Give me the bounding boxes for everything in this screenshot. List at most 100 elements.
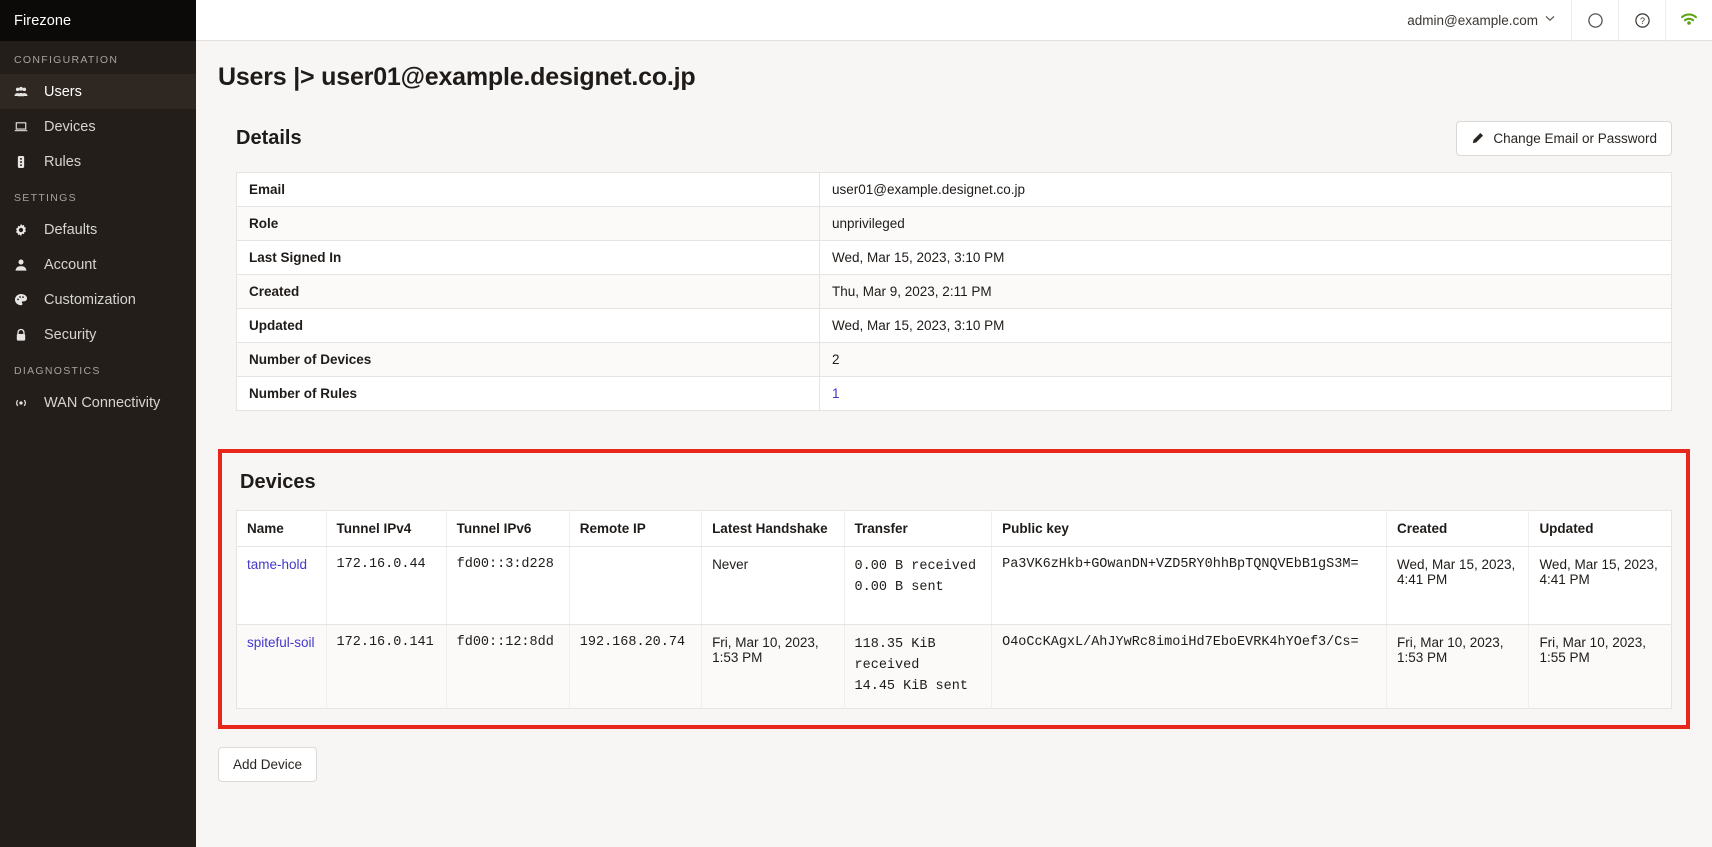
detail-key: Updated [236, 308, 820, 343]
detail-key: Created [236, 274, 820, 309]
sidebar-section-configuration: CONFIGURATION [14, 54, 119, 66]
details-table-body: Email user01@example.designet.co.jp Role… [236, 172, 1672, 411]
account-menu[interactable]: admin@example.com [1391, 0, 1571, 41]
sidebar-section-diagnostics: DIAGNOSTICS [14, 365, 101, 377]
devices-table: Name Tunnel IPv4 Tunnel IPv6 Remote IP L… [236, 510, 1672, 709]
sidebar-item-account[interactable]: Account [0, 247, 196, 282]
device-transfer-received: 0.00 B received [854, 559, 977, 574]
table-row: Created Thu, Mar 9, 2023, 2:11 PM [236, 274, 1672, 309]
app-root: Firezone CONFIGURATION Users Devices Rul… [0, 0, 1712, 847]
column-header-remote-ip: Remote IP [569, 510, 703, 547]
table-row: Last Signed In Wed, Mar 15, 2023, 3:10 P… [236, 240, 1672, 275]
sidebar-item-defaults[interactable]: Defaults [0, 212, 196, 247]
device-transfer: 0.00 B received 0.00 B sent [844, 546, 993, 625]
table-header-row: Name Tunnel IPv4 Tunnel IPv6 Remote IP L… [236, 510, 1672, 547]
sidebar-item-label: Security [44, 326, 97, 343]
svg-text:?: ? [1639, 16, 1644, 26]
column-header-tunnel-ipv4: Tunnel IPv4 [326, 510, 447, 547]
device-created: Fri, Mar 10, 2023, 1:53 PM [1386, 624, 1530, 709]
detail-value: 2 [819, 342, 1672, 377]
sidebar: Firezone CONFIGURATION Users Devices Rul… [0, 0, 196, 847]
device-latest-handshake: Never [701, 546, 845, 625]
table-row: spiteful-soil 172.16.0.141 fd00::12:8dd … [236, 624, 1672, 709]
detail-key: Last Signed In [236, 240, 820, 275]
sidebar-item-label: Account [44, 256, 97, 273]
device-latest-handshake: Fri, Mar 10, 2023, 1:53 PM [701, 624, 845, 709]
add-device-button[interactable]: Add Device [218, 746, 318, 782]
column-header-updated: Updated [1528, 510, 1672, 547]
detail-key: Number of Devices [236, 342, 820, 377]
column-header-tunnel-ipv6: Tunnel IPv6 [446, 510, 570, 547]
table-row: Number of Devices 2 [236, 342, 1672, 377]
column-header-public-key: Public key [991, 510, 1387, 547]
users-icon [14, 85, 36, 99]
sidebar-item-users[interactable]: Users [0, 74, 196, 109]
details-table: Email user01@example.designet.co.jp Role… [236, 172, 1672, 411]
account-email: admin@example.com [1407, 12, 1538, 28]
device-remote-ip [569, 546, 703, 625]
sidebar-item-wan-connectivity[interactable]: WAN Connectivity [0, 385, 196, 420]
brand-logo[interactable]: Firezone [0, 0, 196, 41]
device-updated: Wed, Mar 15, 2023, 4:41 PM [1528, 546, 1672, 625]
device-public-key: Pa3VK6zHkb+GOwanDN+VZD5RY0hhBpTQNQVEbB1g… [991, 546, 1387, 625]
device-tunnel-ipv4: 172.16.0.44 [326, 546, 447, 625]
detail-value: unprivileged [819, 206, 1672, 241]
sidebar-item-rules[interactable]: Rules [0, 144, 196, 179]
traffic-light-icon [14, 155, 36, 169]
device-name-cell: tame-hold [236, 546, 327, 625]
details-header: Details Change Email or Password [218, 121, 1690, 156]
detail-value: Wed, Mar 15, 2023, 3:10 PM [819, 308, 1672, 343]
device-tunnel-ipv4: 172.16.0.141 [326, 624, 447, 709]
chevron-down-icon [1545, 15, 1555, 25]
table-row: Role unprivileged [236, 206, 1672, 241]
table-row: tame-hold 172.16.0.44 fd00::3:d228 Never… [236, 546, 1672, 625]
detail-value: Thu, Mar 9, 2023, 2:11 PM [819, 274, 1672, 309]
sidebar-item-label: Devices [44, 118, 96, 135]
sidebar-item-label: WAN Connectivity [44, 394, 161, 411]
pencil-icon [1471, 132, 1484, 145]
laptop-icon [14, 120, 36, 134]
detail-value-cell: 1 [820, 377, 1672, 411]
device-created: Wed, Mar 15, 2023, 4:41 PM [1386, 546, 1530, 625]
detail-value: user01@example.designet.co.jp [819, 172, 1672, 207]
number-of-rules-link[interactable]: 1 [832, 386, 840, 401]
change-email-or-password-button[interactable]: Change Email or Password [1456, 121, 1672, 156]
sidebar-item-devices[interactable]: Devices [0, 109, 196, 144]
palette-icon [14, 293, 36, 307]
detail-key: Number of Rules [236, 376, 820, 411]
device-name-cell: spiteful-soil [236, 624, 327, 709]
sidebar-section-settings: SETTINGS [14, 192, 77, 204]
sidebar-item-customization[interactable]: Customization [0, 282, 196, 317]
add-device-wrap: Add Device [196, 729, 1712, 782]
top-bar: admin@example.com ? [196, 0, 1712, 41]
device-updated: Fri, Mar 10, 2023, 1:55 PM [1528, 624, 1672, 709]
device-transfer-sent: 0.00 B sent [854, 579, 944, 595]
device-tunnel-ipv6: fd00::12:8dd [446, 624, 570, 709]
sidebar-item-security[interactable]: Security [0, 317, 196, 352]
device-transfer-sent: 14.45 KiB sent [854, 678, 968, 694]
column-header-latest-handshake: Latest Handshake [701, 510, 845, 547]
brand-name: Firezone [14, 12, 72, 29]
page-title: Users |> user01@example.designet.co.jp [218, 63, 696, 91]
lock-icon [14, 328, 36, 342]
help-circle-icon[interactable]: ? [1618, 0, 1665, 41]
circle-status-icon[interactable] [1571, 0, 1618, 41]
detail-key: Role [236, 206, 820, 241]
sidebar-item-label: Customization [44, 291, 136, 308]
change-email-or-password-label: Change Email or Password [1493, 131, 1657, 146]
device-name-link[interactable]: tame-hold [247, 557, 307, 572]
signal-icon [14, 396, 36, 410]
page-content: Users |> user01@example.designet.co.jp D… [196, 41, 1712, 847]
devices-table-body: tame-hold 172.16.0.44 fd00::3:d228 Never… [236, 546, 1672, 709]
device-transfer: 118.35 KiB received 14.45 KiB sent [844, 624, 993, 709]
device-name-link[interactable]: spiteful-soil [247, 635, 315, 650]
column-header-transfer: Transfer [844, 510, 993, 547]
table-row: Number of Rules 1 [236, 376, 1672, 411]
sidebar-item-label: Users [44, 83, 82, 100]
sidebar-item-label: Defaults [44, 221, 98, 238]
details-heading: Details [236, 127, 302, 149]
devices-section-highlight: Devices Name Tunnel IPv4 Tunnel IPv6 Rem… [218, 449, 1690, 729]
device-tunnel-ipv6: fd00::3:d228 [446, 546, 570, 625]
wifi-icon[interactable] [1665, 0, 1712, 41]
add-device-label: Add Device [233, 756, 303, 772]
